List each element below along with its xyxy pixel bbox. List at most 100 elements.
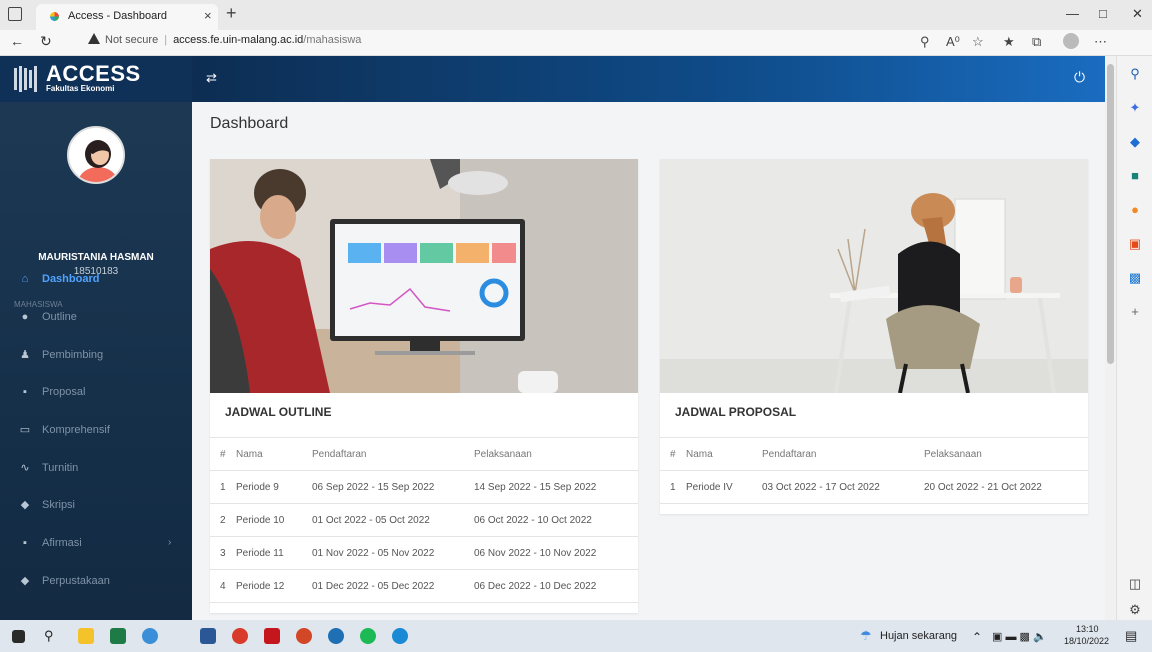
acrobat-icon[interactable] [264, 628, 280, 644]
user-icon: ♟ [20, 349, 30, 361]
add-sidebar-app-icon[interactable]: + [1127, 304, 1143, 320]
sidebar-item-label: Skripsi [42, 499, 76, 511]
tab-title: Access - Dashboard [68, 10, 168, 22]
row-execution: 06 Oct 2022 - 10 Oct 2022 [474, 503, 638, 537]
more-menu-icon[interactable]: ⋯ [1094, 34, 1107, 50]
weather-rain-icon[interactable]: ☂ [860, 628, 876, 644]
edge-icon[interactable] [392, 628, 408, 644]
window-close-icon[interactable]: ✕ [1132, 6, 1143, 22]
outlook-icon[interactable]: ▩ [1127, 270, 1143, 286]
word-icon[interactable] [200, 628, 216, 644]
sidebar-item-skripsi[interactable]: ◆ Skripsi [0, 488, 192, 524]
monitor-icon: ▭ [19, 424, 31, 436]
sidebar-item-perpustakaan[interactable]: ◆ Perpustakaan [0, 564, 192, 600]
page-title: Dashboard [210, 115, 289, 132]
password-key-icon[interactable]: ⚲ [920, 34, 930, 50]
sidebar-item-label: Proposal [42, 386, 86, 398]
file-explorer-icon[interactable] [78, 628, 94, 644]
not-secure-label: Not secure [105, 34, 159, 46]
app-red-icon[interactable] [232, 628, 248, 644]
row-name: Periode 11 [236, 536, 312, 570]
logout-power-icon[interactable]: ⏻ [1074, 69, 1085, 86]
table-row: 4 Periode 12 01 Dec 2022 - 05 Dec 2022 0… [210, 569, 638, 603]
edge-sidebar: ⚲ ✦ ◆ ■ ● ▣ ▩ + ◫ ⚙ [1116, 56, 1152, 620]
table-row: 1 Periode 9 06 Sep 2022 - 15 Sep 2022 14… [210, 470, 638, 504]
system-tray-icons[interactable]: ▣ ▬ ▩ 🔈 [992, 630, 1047, 643]
sidebar-item-outline[interactable]: ● Outline [0, 300, 192, 336]
document-icon: ▪ [23, 386, 27, 398]
chevron-up-icon[interactable]: ⌃ [972, 630, 982, 644]
maximize-icon[interactable]: □ [1099, 6, 1107, 21]
clock-date[interactable]: 18/10/2022 [1064, 636, 1109, 646]
back-arrow-icon[interactable]: ← [10, 33, 24, 49]
scrollbar-thumb[interactable] [1107, 64, 1114, 364]
sidebar-item-afirmasi[interactable]: ▪ Afirmasi › [0, 526, 192, 562]
warning-icon [88, 33, 100, 44]
copilot-sparkle-icon[interactable]: ✦ [1127, 100, 1143, 116]
url-field[interactable]: Not secure | access.fe.uin-malang.ac.id/ma… [88, 33, 361, 46]
sidebar-layout-icon[interactable]: ◫ [1127, 576, 1143, 592]
row-name: Periode 9 [236, 470, 312, 504]
minimize-icon[interactable]: — [1066, 6, 1079, 21]
sidebar-item-proposal[interactable]: ▪ Proposal [0, 375, 192, 411]
tab-actions-icon[interactable] [8, 7, 22, 21]
tools-briefcase-icon[interactable]: ■ [1127, 168, 1143, 184]
column-header: Pelaksanaan [474, 437, 638, 471]
search-icon[interactable]: ⚲ [44, 628, 60, 644]
toggle-sidebar-icon[interactable]: ⇄ [206, 70, 217, 86]
settings-gear-icon[interactable]: ⚙ [1127, 602, 1143, 618]
favorites-icon[interactable]: ★ [1003, 34, 1015, 50]
refresh-icon[interactable]: ↻ [40, 33, 52, 50]
graduation-icon: ◆ [20, 499, 30, 511]
windows-start-icon[interactable] [12, 630, 25, 643]
new-tab-button[interactable]: + [226, 3, 237, 24]
column-header: # [660, 437, 686, 471]
office-icon[interactable]: ▣ [1127, 236, 1143, 252]
page-scrollbar[interactable] [1105, 56, 1116, 620]
sidebar-item-komprehensif[interactable]: ▭ Komprehensif [0, 413, 192, 449]
shopping-tag-icon[interactable]: ◆ [1127, 134, 1143, 150]
games-icon[interactable]: ● [1127, 202, 1143, 218]
row-execution: 14 Sep 2022 - 15 Sep 2022 [474, 470, 638, 504]
circle-icon: ● [21, 311, 29, 323]
row-registration: 03 Oct 2022 - 17 Oct 2022 [762, 470, 924, 504]
browser-icon[interactable] [142, 628, 158, 644]
sidebar-item-turnitin[interactable]: ∿ Turnitin [0, 451, 192, 487]
collections-icon[interactable]: ⧉ [1032, 34, 1041, 50]
sidebar-item-dashboard[interactable]: ⌂ Dashboard [0, 262, 192, 298]
row-execution: 20 Oct 2022 - 21 Oct 2022 [924, 470, 1088, 504]
table-row: 2 Periode 10 01 Oct 2022 - 05 Oct 2022 0… [210, 503, 638, 537]
proposal-card-image [660, 159, 1088, 393]
weather-label[interactable]: Hujan sekarang [880, 630, 957, 642]
profile-avatar-icon[interactable] [1063, 33, 1079, 49]
sidebar-item-label: Afirmasi [42, 537, 82, 549]
add-favorite-icon[interactable]: ☆ [972, 34, 984, 50]
sidebar-item-label: Turnitin [42, 462, 79, 474]
spotify-icon[interactable] [360, 628, 376, 644]
browser-tab[interactable]: Access - Dashboard × [36, 4, 218, 30]
main-content: Dashboard JADWAL OUTLINE # Nama Pendafta… [192, 102, 1105, 620]
notifications-icon[interactable]: ▤ [1125, 628, 1141, 644]
sidebar-item-pembimbing[interactable]: ♟ Pembimbing [0, 338, 192, 374]
row-registration: 01 Oct 2022 - 05 Oct 2022 [312, 503, 474, 537]
table-row: 1 Periode IV 03 Oct 2022 - 17 Oct 2022 2… [660, 470, 1088, 504]
url-path: /mahasiswa [303, 34, 362, 46]
powerpoint-icon[interactable] [296, 628, 312, 644]
row-name: Periode 10 [236, 503, 312, 537]
tab-close-icon[interactable]: × [204, 8, 212, 23]
proposal-card-title: JADWAL PROPOSAL [675, 405, 797, 419]
row-index: 1 [660, 470, 686, 504]
row-name: Periode 12 [236, 569, 312, 603]
table-row: 3 Periode 11 01 Nov 2022 - 05 Nov 2022 0… [210, 536, 638, 570]
browser-tab-strip: Access - Dashboard × + — □ ✕ [0, 0, 1152, 30]
excel-icon[interactable] [110, 628, 126, 644]
outline-card-image [210, 159, 638, 393]
clock-time[interactable]: 13:10 [1076, 624, 1099, 634]
zoom-icon[interactable] [328, 628, 344, 644]
search-icon[interactable]: ⚲ [1127, 66, 1143, 82]
app-logo[interactable]: ACCESS Fakultas Ekonomi [0, 56, 192, 102]
read-aloud-icon[interactable]: A⁰ [946, 34, 960, 50]
column-header: Pelaksanaan [924, 437, 1088, 471]
logo-subtitle: Fakultas Ekonomi [46, 84, 115, 93]
outline-schedule-table: # Nama Pendaftaran Pelaksanaan 1 Periode… [210, 437, 638, 603]
